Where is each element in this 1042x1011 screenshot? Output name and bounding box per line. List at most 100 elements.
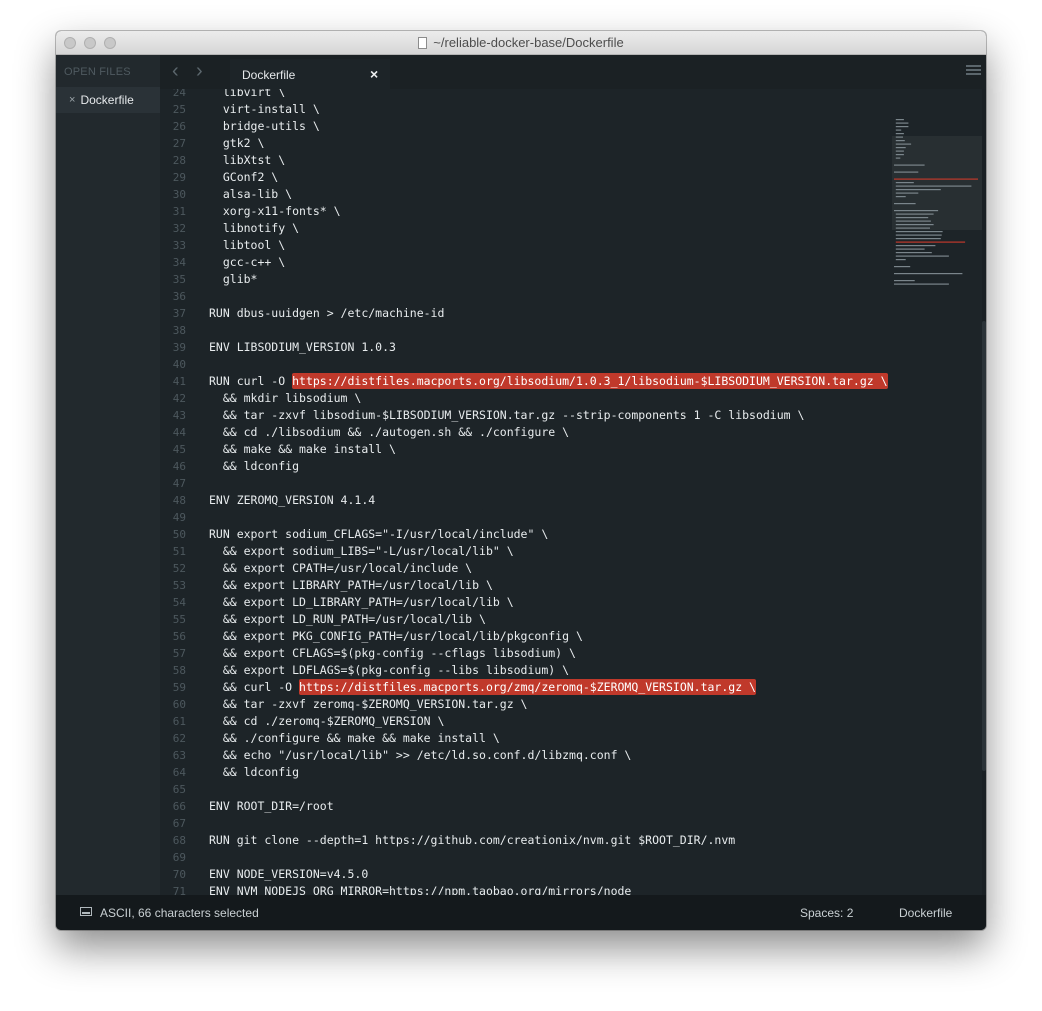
tab-dockerfile[interactable]: Dockerfile × xyxy=(230,59,390,89)
code-line[interactable]: 63 && echo "/usr/local/lib" >> /etc/ld.s… xyxy=(160,747,890,764)
code-line[interactable]: 44 && cd ./libsodium && ./autogen.sh && … xyxy=(160,424,890,441)
code-line[interactable]: 68 RUN git clone --depth=1 https://github… xyxy=(160,832,890,849)
code-text[interactable]: RUN export sodium_CFLAGS="-I/usr/local/i… xyxy=(209,526,548,543)
code-line[interactable]: 59 && curl -O https://distfiles.macports… xyxy=(160,679,890,696)
code-line[interactable]: 36 xyxy=(160,288,890,305)
code-line[interactable]: 58 && export LDFLAGS=$(pkg-config --libs… xyxy=(160,662,890,679)
code-text[interactable]: && make && make install \ xyxy=(209,441,396,458)
forward-arrow-icon[interactable]: › xyxy=(196,60,203,83)
code-text[interactable]: && export LDFLAGS=$(pkg-config --libs li… xyxy=(209,662,569,679)
code-text[interactable]: virt-install \ xyxy=(209,101,320,118)
code-line[interactable]: 50 RUN export sodium_CFLAGS="-I/usr/local… xyxy=(160,526,890,543)
code-text[interactable]: RUN dbus-uuidgen > /etc/machine-id xyxy=(209,305,444,322)
code-line[interactable]: 29 GConf2 \ xyxy=(160,169,890,186)
code-text[interactable]: && tar -zxvf libsodium-$LIBSODIUM_VERSIO… xyxy=(209,407,805,424)
code-text[interactable]: && ldconfig xyxy=(209,458,299,475)
code-line[interactable]: 62 && ./configure && make && make instal… xyxy=(160,730,890,747)
selected-text[interactable]: https://distfiles.macports.org/libsodium… xyxy=(292,373,888,389)
code-line[interactable]: 60 && tar -zxvf zeromq-$ZEROMQ_VERSION.t… xyxy=(160,696,890,713)
code-text[interactable]: && cd ./zeromq-$ZEROMQ_VERSION \ xyxy=(209,713,445,730)
panel-toggle-icon[interactable] xyxy=(80,907,92,916)
code-editor[interactable]: 24 libvirt \ 25 virt-install \ 26 bridge-u… xyxy=(160,89,890,895)
status-syntax[interactable]: Dockerfile xyxy=(899,906,952,920)
code-line[interactable]: 27 gtk2 \ xyxy=(160,135,890,152)
code-line[interactable]: 55 && export LD_RUN_PATH=/usr/local/lib … xyxy=(160,611,890,628)
code-line[interactable]: 38 xyxy=(160,322,890,339)
code-line[interactable]: 28 libXtst \ xyxy=(160,152,890,169)
code-line[interactable]: 46 && ldconfig xyxy=(160,458,890,475)
sidebar-item-dockerfile[interactable]: × Dockerfile xyxy=(56,87,160,113)
scrollbar-thumb[interactable] xyxy=(982,321,986,771)
code-line[interactable]: 24 libvirt \ xyxy=(160,89,890,101)
code-line[interactable]: 31 xorg-x11-fonts* \ xyxy=(160,203,890,220)
code-text[interactable]: && curl -O https://distfiles.macports.or… xyxy=(209,679,756,696)
code-text[interactable]: ENV LIBSODIUM_VERSION 1.0.3 xyxy=(209,339,396,356)
code-line[interactable]: 65 xyxy=(160,781,890,798)
code-line[interactable]: 25 virt-install \ xyxy=(160,101,890,118)
close-file-icon[interactable]: × xyxy=(69,94,75,106)
code-text[interactable]: && mkdir libsodium \ xyxy=(209,390,361,407)
code-text[interactable]: alsa-lib \ xyxy=(209,186,292,203)
code-text[interactable]: glib* xyxy=(209,271,258,288)
code-line[interactable]: 34 gcc-c++ \ xyxy=(160,254,890,271)
code-line[interactable]: 67 xyxy=(160,815,890,832)
code-text[interactable]: bridge-utils \ xyxy=(209,118,320,135)
code-text[interactable]: libvirt \ xyxy=(209,89,285,101)
code-line[interactable]: 42 && mkdir libsodium \ xyxy=(160,390,890,407)
code-line[interactable]: 64 && ldconfig xyxy=(160,764,890,781)
code-line[interactable]: 40 xyxy=(160,356,890,373)
code-text[interactable]: gtk2 \ xyxy=(209,135,265,152)
code-line[interactable]: 66 ENV ROOT_DIR=/root xyxy=(160,798,890,815)
code-text[interactable]: xorg-x11-fonts* \ xyxy=(209,203,341,220)
hamburger-menu-icon[interactable] xyxy=(966,65,981,75)
code-text[interactable]: ENV NVM_NODEJS_ORG_MIRROR=https://npm.ta… xyxy=(209,883,631,895)
tab-close-icon[interactable]: × xyxy=(370,66,378,82)
code-text[interactable]: RUN curl -O https://distfiles.macports.o… xyxy=(209,373,888,390)
code-line[interactable]: 51 && export sodium_LIBS="-L/usr/local/l… xyxy=(160,543,890,560)
code-line[interactable]: 30 alsa-lib \ xyxy=(160,186,890,203)
code-line[interactable]: 56 && export PKG_CONFIG_PATH=/usr/local/… xyxy=(160,628,890,645)
code-text[interactable]: && tar -zxvf zeromq-$ZEROMQ_VERSION.tar.… xyxy=(209,696,528,713)
code-line[interactable]: 26 bridge-utils \ xyxy=(160,118,890,135)
title-bar[interactable]: ~/reliable-docker-base/Dockerfile xyxy=(56,31,986,55)
code-line[interactable]: 49 xyxy=(160,509,890,526)
code-text[interactable]: && export CFLAGS=$(pkg-config --cflags l… xyxy=(209,645,576,662)
code-text[interactable]: libnotify \ xyxy=(209,220,299,237)
code-line[interactable]: 69 xyxy=(160,849,890,866)
code-text[interactable]: && export sodium_LIBS="-L/usr/local/lib"… xyxy=(209,543,514,560)
code-line[interactable]: 33 libtool \ xyxy=(160,237,890,254)
code-text[interactable]: gcc-c++ \ xyxy=(209,254,285,271)
code-line[interactable]: 37 RUN dbus-uuidgen > /etc/machine-id xyxy=(160,305,890,322)
code-line[interactable]: 53 && export LIBRARY_PATH=/usr/local/lib… xyxy=(160,577,890,594)
code-line[interactable]: 52 && export CPATH=/usr/local/include \ xyxy=(160,560,890,577)
code-text[interactable]: && echo "/usr/local/lib" >> /etc/ld.so.c… xyxy=(209,747,632,764)
code-line[interactable]: 32 libnotify \ xyxy=(160,220,890,237)
code-text[interactable]: libXtst \ xyxy=(209,152,285,169)
code-text[interactable]: && ldconfig xyxy=(209,764,299,781)
code-line[interactable]: 43 && tar -zxvf libsodium-$LIBSODIUM_VER… xyxy=(160,407,890,424)
selected-text[interactable]: https://distfiles.macports.org/zmq/zerom… xyxy=(299,679,756,695)
code-line[interactable]: 57 && export CFLAGS=$(pkg-config --cflag… xyxy=(160,645,890,662)
code-line[interactable]: 71 ENV NVM_NODEJS_ORG_MIRROR=https://npm.… xyxy=(160,883,890,895)
code-text[interactable]: ENV ROOT_DIR=/root xyxy=(209,798,334,815)
code-line[interactable]: 70 ENV NODE_VERSION=v4.5.0 xyxy=(160,866,890,883)
code-line[interactable]: 54 && export LD_LIBRARY_PATH=/usr/local/… xyxy=(160,594,890,611)
code-text[interactable]: && cd ./libsodium && ./autogen.sh && ./c… xyxy=(209,424,569,441)
code-text[interactable]: libtool \ xyxy=(209,237,285,254)
code-line[interactable]: 61 && cd ./zeromq-$ZEROMQ_VERSION \ xyxy=(160,713,890,730)
back-arrow-icon[interactable]: ‹ xyxy=(172,60,179,83)
code-line[interactable]: 35 glib* xyxy=(160,271,890,288)
code-text[interactable]: GConf2 \ xyxy=(209,169,278,186)
code-line[interactable]: 39 ENV LIBSODIUM_VERSION 1.0.3 xyxy=(160,339,890,356)
status-indentation[interactable]: Spaces: 2 xyxy=(800,906,853,920)
code-text[interactable]: ENV ZEROMQ_VERSION 4.1.4 xyxy=(209,492,375,509)
code-line[interactable]: 47 xyxy=(160,475,890,492)
code-line[interactable]: 48 ENV ZEROMQ_VERSION 4.1.4 xyxy=(160,492,890,509)
code-text[interactable]: && export CPATH=/usr/local/include \ xyxy=(209,560,472,577)
minimap[interactable] xyxy=(892,89,982,289)
code-text[interactable]: && export LIBRARY_PATH=/usr/local/lib \ xyxy=(209,577,493,594)
code-line[interactable]: 41 RUN curl -O https://distfiles.macports… xyxy=(160,373,890,390)
code-text[interactable]: && export PKG_CONFIG_PATH=/usr/local/lib… xyxy=(209,628,583,645)
code-text[interactable]: && export LD_RUN_PATH=/usr/local/lib \ xyxy=(209,611,486,628)
code-line[interactable]: 45 && make && make install \ xyxy=(160,441,890,458)
